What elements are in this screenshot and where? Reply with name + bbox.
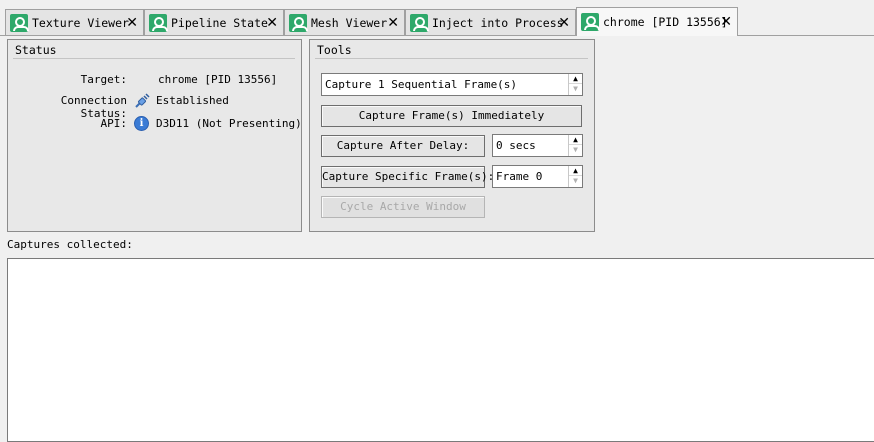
divider (315, 58, 588, 59)
divider (13, 58, 295, 59)
close-icon[interactable]: ✕ (720, 15, 732, 29)
document-tab-strip: Texture Viewer ✕ Pipeline State ✕ Mesh V… (0, 0, 874, 36)
tab-texture-viewer[interactable]: Texture Viewer ✕ (5, 9, 144, 36)
tools-group: Tools Capture 1 Sequential Frame(s) ▲ ▼ … (309, 39, 595, 232)
plug-connected-icon (135, 93, 150, 108)
target-value: chrome [PID 13556] (158, 73, 278, 86)
tab-label: Texture Viewer (32, 16, 129, 30)
api-value: D3D11 (Not Presenting) (156, 117, 302, 130)
spin-buttons: ▲ ▼ (568, 135, 582, 156)
api-label: API: (100, 117, 128, 130)
tab-panel-icon (10, 14, 29, 32)
tabstrip-divider (0, 35, 874, 36)
chevron-down-icon[interactable]: ▼ (569, 176, 582, 186)
status-group-title: Status (15, 43, 57, 57)
tab-panel-icon (289, 14, 308, 32)
close-icon[interactable]: ✕ (266, 16, 278, 30)
connection-status-value: Established (156, 94, 229, 107)
tab-label: Mesh Viewer (311, 16, 388, 30)
captures-collected-label: Captures collected: (7, 238, 133, 251)
tab-label: chrome [PID 13556] (603, 15, 728, 29)
chevron-up-icon[interactable]: ▲ (569, 135, 582, 145)
chevron-up-icon[interactable]: ▲ (569, 74, 582, 84)
target-label: Target: (80, 73, 127, 86)
info-icon: i (134, 116, 149, 131)
tab-mesh-viewer[interactable]: Mesh Viewer ✕ (284, 9, 405, 36)
tab-panel-icon (581, 13, 600, 31)
tab-panel-icon (410, 14, 429, 32)
capture-specific-frames-button[interactable]: Capture Specific Frame(s): (321, 166, 494, 188)
spin-buttons: ▲ ▼ (568, 74, 582, 95)
close-icon[interactable]: ✕ (558, 16, 570, 30)
tab-label: Pipeline State (171, 16, 268, 30)
chevron-down-icon[interactable]: ▼ (569, 84, 582, 94)
chevron-up-icon[interactable]: ▲ (569, 166, 582, 176)
capture-count-spinbox[interactable]: Capture 1 Sequential Frame(s) ▲ ▼ (321, 73, 583, 96)
frame-spinbox[interactable]: Frame 0 ▲ ▼ (492, 165, 583, 188)
tools-group-title: Tools (317, 43, 352, 57)
capture-immediately-button[interactable]: Capture Frame(s) Immediately (321, 105, 582, 127)
capture-count-value: Capture 1 Sequential Frame(s) (325, 78, 518, 91)
chevron-down-icon[interactable]: ▼ (569, 145, 582, 155)
close-icon[interactable]: ✕ (387, 16, 399, 30)
delay-value: 0 secs (496, 139, 536, 152)
spin-buttons: ▲ ▼ (568, 166, 582, 187)
frame-value: Frame 0 (496, 170, 543, 183)
tab-chrome-connection[interactable]: chrome [PID 13556] ✕ (576, 7, 738, 36)
status-group: Status Target: chrome [PID 13556] Connec… (7, 39, 302, 232)
tab-inject-into-process[interactable]: Inject into Process ✕ (405, 9, 576, 36)
capture-after-delay-button[interactable]: Capture After Delay: (321, 135, 485, 157)
captures-list[interactable] (7, 258, 874, 442)
close-icon[interactable]: ✕ (126, 16, 138, 30)
tab-panel-icon (149, 14, 168, 32)
cycle-active-window-button[interactable]: Cycle Active Window (321, 196, 485, 218)
delay-spinbox[interactable]: 0 secs ▲ ▼ (492, 134, 583, 157)
tab-label: Inject into Process (432, 16, 564, 30)
tab-pipeline-state[interactable]: Pipeline State ✕ (144, 9, 284, 36)
